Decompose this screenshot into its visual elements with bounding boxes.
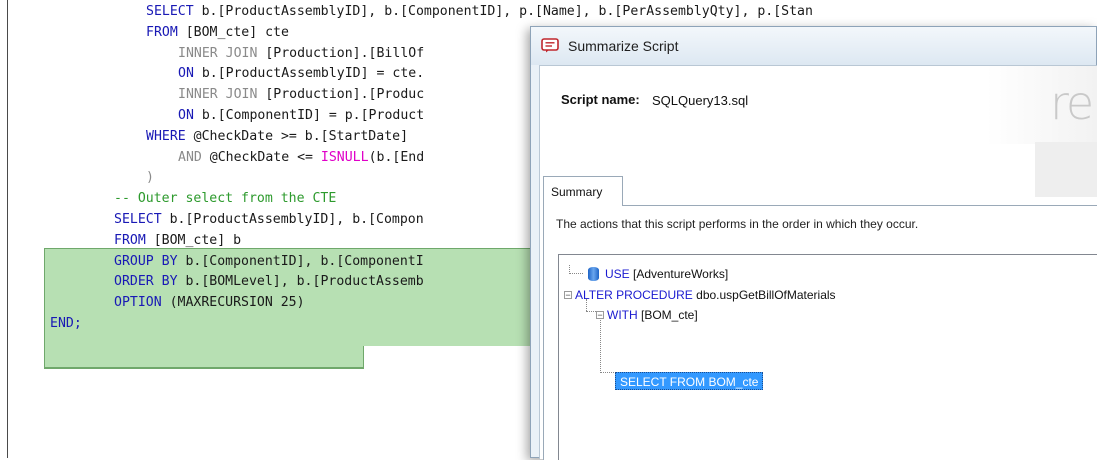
tree-connector	[600, 317, 601, 373]
tree-node-use[interactable]: USE [AdventureWorks]	[605, 265, 728, 283]
code-token: AND	[178, 149, 210, 165]
code-token: FROM	[146, 24, 186, 40]
tree-connector	[569, 273, 583, 274]
code-token: @CheckDate >= b.[StartDate]	[193, 128, 409, 144]
script-name-value: SQLQuery13.sql	[652, 93, 749, 108]
code-token: -- Outer select from the CTE	[114, 191, 337, 207]
code-token: )	[146, 170, 154, 186]
actions-tree[interactable]: USE [AdventureWorks] − ALTER PROCEDURE d…	[558, 254, 1097, 460]
code-token: b.[ProductAssemblyID], b.[ComponentID], …	[201, 4, 813, 19]
code-token: [BOM_cte] cte	[185, 24, 289, 40]
summary-description: The actions that this script performs in…	[556, 217, 919, 231]
code-token: [Production].[BillOf	[265, 45, 425, 61]
dialog-title: Summarize Script	[568, 38, 679, 54]
collapse-toggle-icon[interactable]: −	[596, 311, 604, 320]
tree-connector	[569, 265, 570, 274]
code-token: [Production].[Produc	[265, 87, 425, 103]
code-token: OPTION	[114, 295, 170, 311]
code-token: GROUP BY	[114, 253, 186, 269]
with-keyword: WITH	[607, 308, 638, 322]
dialog-client-area: Script name: SQLQuery13.sql re Summary T…	[539, 65, 1097, 460]
tree-connector	[600, 372, 614, 373]
code-line: SELECT b.[ProductAssemblyID], b.[Compone…	[146, 1, 813, 23]
code-line: )	[146, 167, 154, 189]
code-token: [BOM_cte] b	[153, 232, 242, 248]
code-token: ORDER BY	[114, 274, 186, 290]
brand-logo: re	[1050, 76, 1094, 130]
summarize-script-dialog: Summarize Script Script name: SQLQuery13…	[530, 26, 1097, 460]
collapse-toggle-icon[interactable]: −	[564, 291, 572, 300]
code-line: INNER JOIN [Production].[BillOf	[178, 43, 424, 65]
code-token: WHERE	[146, 128, 194, 144]
code-token: INNER JOIN	[178, 87, 266, 103]
use-target: [AdventureWorks]	[633, 267, 729, 281]
script-summary-icon	[541, 38, 559, 53]
script-header-panel: Script name: SQLQuery13.sql re	[540, 66, 1097, 144]
alter-keyword: ALTER PROCEDURE	[575, 288, 693, 302]
code-line: OPTION (MAXRECURSION 25)	[114, 292, 305, 314]
editor-border	[7, 0, 8, 458]
code-line: ON b.[ProductAssemblyID] = cte.	[178, 63, 424, 85]
dialog-titlebar[interactable]: Summarize Script	[531, 27, 1096, 65]
code-token: INNER JOIN	[178, 45, 266, 61]
code-line: ON b.[ComponentID] = p.[Product	[178, 105, 424, 127]
code-line: AND @CheckDate <= ISNULL(b.[End	[178, 147, 424, 169]
code-token: b.[BOMLevel], b.[ProductAssemb	[185, 274, 424, 290]
code-token: ISNULL	[320, 149, 369, 165]
code-token: @CheckDate <=	[209, 149, 321, 165]
code-line: INNER JOIN [Production].[Produc	[178, 84, 424, 106]
code-token: b.[ComponentID] = p.[Product	[201, 108, 425, 123]
code-token: SELECT	[146, 4, 202, 19]
database-icon	[588, 267, 599, 281]
use-keyword: USE	[605, 267, 630, 281]
code-token: FROM	[114, 232, 154, 248]
code-line: END;	[50, 313, 82, 335]
code-token: (b.[End	[368, 149, 425, 165]
code-token: SELECT	[114, 212, 170, 227]
script-name-label: Script name:	[561, 92, 640, 107]
tree-node-with[interactable]: WITH [BOM_cte]	[607, 306, 698, 324]
tree-connector	[586, 311, 596, 312]
code-token: ON	[178, 108, 202, 123]
code-line: FROM [BOM_cte] cte	[146, 22, 289, 44]
code-line: GROUP BY b.[ComponentID], b.[ComponentI	[114, 251, 424, 273]
code-line: ORDER BY b.[BOMLevel], b.[ProductAssemb	[114, 271, 424, 293]
code-token: b.[ProductAssemblyID] = cte.	[201, 66, 425, 82]
code-line: -- Outer select from the CTE	[114, 188, 336, 210]
tree-node-alter-procedure[interactable]: ALTER PROCEDURE dbo.uspGetBillOfMaterial…	[575, 286, 836, 304]
tree-node-select-selected[interactable]: SELECT FROM BOM_cte	[615, 372, 764, 390]
code-token: b.[ProductAssemblyID], b.[Compon	[169, 212, 424, 227]
code-token: ON	[178, 66, 202, 82]
code-token: b.[ComponentID], b.[ComponentI	[185, 253, 424, 269]
alter-target: dbo.uspGetBillOfMaterials	[696, 288, 836, 302]
with-target: [BOM_cte]	[641, 308, 698, 322]
code-line: FROM [BOM_cte] b	[114, 230, 241, 252]
header-decoration	[1035, 142, 1097, 197]
code-line: WHERE @CheckDate >= b.[StartDate]	[146, 126, 408, 148]
code-line: SELECT b.[ProductAssemblyID], b.[Compon	[114, 209, 424, 231]
code-token: (MAXRECURSION 25)	[169, 295, 305, 311]
tab-summary[interactable]: Summary	[543, 176, 623, 206]
code-token: END;	[50, 316, 82, 331]
